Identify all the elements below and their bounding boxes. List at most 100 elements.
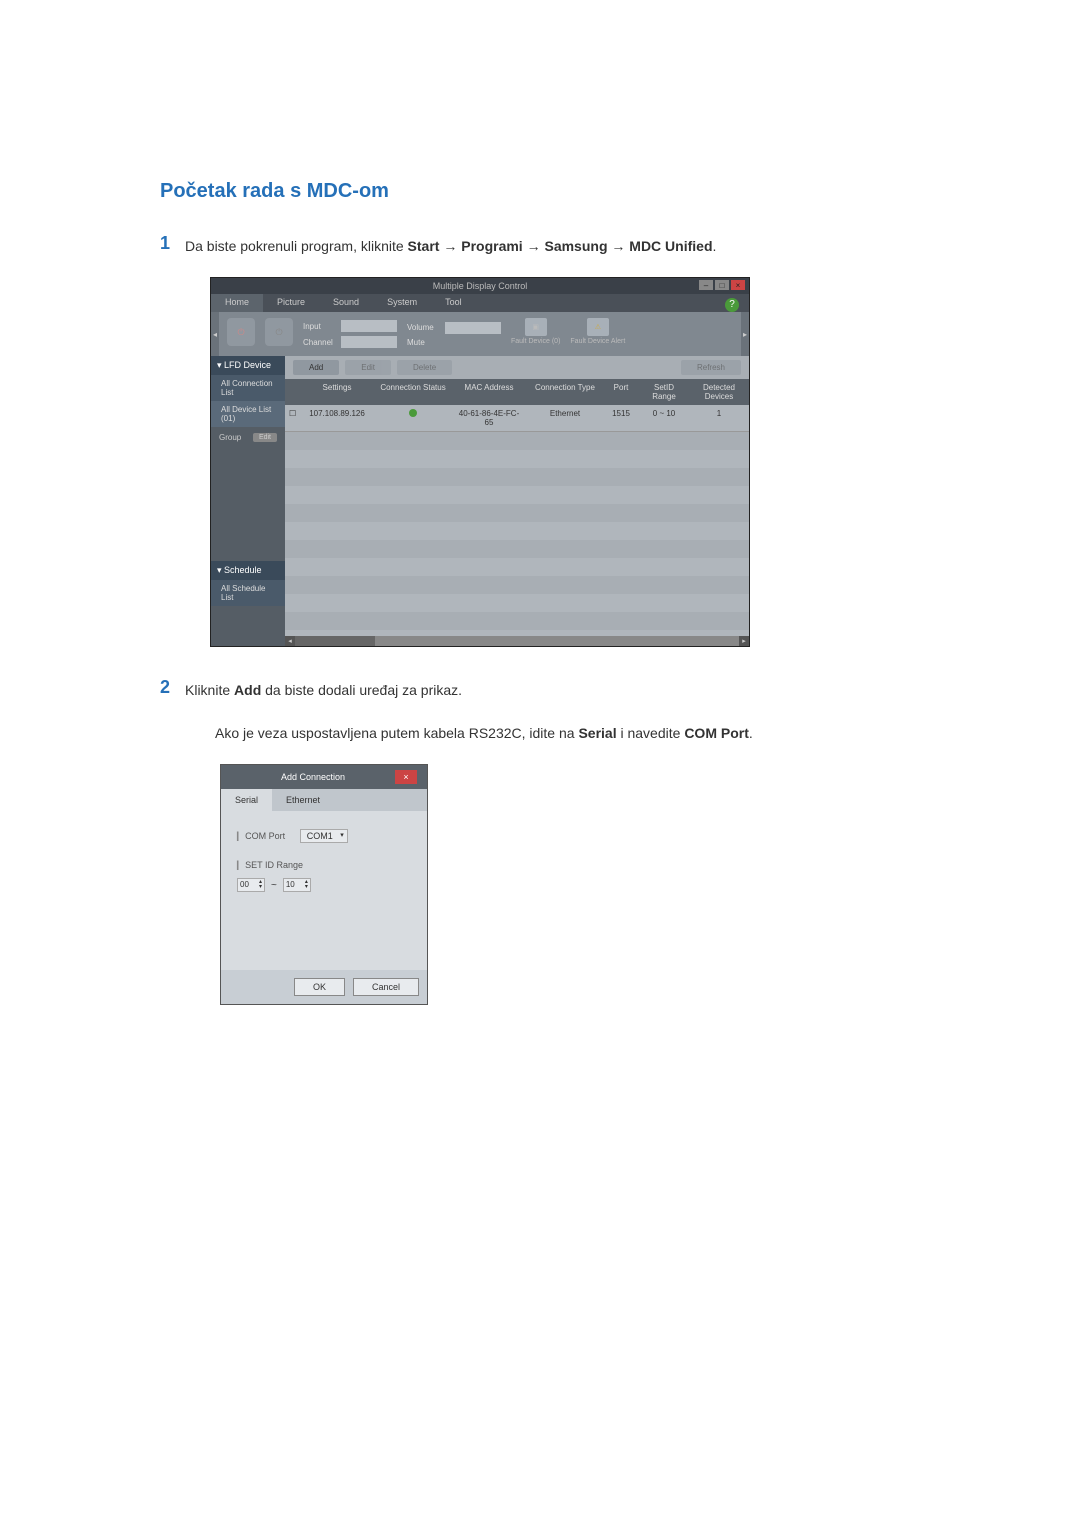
scroll-thumb[interactable]: [295, 636, 375, 646]
path-samsung: Samsung: [544, 238, 607, 254]
setid-label: SET ID Range: [237, 860, 411, 870]
edit-button[interactable]: Edit: [345, 360, 391, 375]
tab-picture[interactable]: Picture: [263, 294, 319, 312]
mdc-body: ▾ LFD Device All Connection List All Dev…: [211, 356, 749, 646]
sidebar-schedule-header[interactable]: ▾ Schedule: [211, 561, 285, 580]
step-2-prefix: Kliknite: [185, 682, 234, 698]
toolbar: ◂ ⏻ ⏻ Input Channel Volume Mute ▣ Fault …: [211, 312, 749, 356]
sidebar-bottom-spacer: [211, 606, 285, 646]
table-header: Settings Connection Status MAC Address C…: [285, 379, 749, 405]
maximize-button[interactable]: □: [715, 280, 729, 290]
fault-device-icon[interactable]: ▣ Fault Device (0): [511, 318, 560, 350]
sub-suffix: .: [749, 725, 753, 741]
step-2-text: Kliknite Add da biste dodali uređaj za p…: [185, 677, 462, 701]
tab-sound[interactable]: Sound: [319, 294, 373, 312]
main-button-bar: Add Edit Delete Refresh: [285, 356, 749, 379]
horizontal-scrollbar[interactable]: ◂ ▸: [285, 636, 749, 646]
step-2-bold: Add: [234, 682, 261, 698]
delete-button[interactable]: Delete: [397, 360, 452, 375]
cancel-button[interactable]: Cancel: [353, 978, 419, 996]
sidebar-spacer: [211, 448, 285, 561]
table-row[interactable]: ☐ 107.108.89.126 40-61-86-4E-FC-65 Ether…: [285, 405, 749, 432]
tab-system[interactable]: System: [373, 294, 431, 312]
range-from-spinner[interactable]: 00 ▴▾: [237, 878, 265, 892]
comport-select[interactable]: COM1: [300, 829, 348, 843]
dialog-titlebar: Add Connection ×: [221, 765, 427, 789]
sidebar-all-connection[interactable]: All Connection List: [211, 375, 285, 401]
page-title: Početak rada s MDC-om: [160, 180, 920, 203]
power-on-icon[interactable]: ⏻: [227, 318, 255, 346]
th-port: Port: [603, 379, 639, 405]
sub-serial: Serial: [578, 725, 616, 741]
window-controls: – □ ×: [699, 280, 745, 290]
row-detected: 1: [689, 405, 749, 431]
range-separator: ~: [271, 880, 277, 891]
sub-mid: i navedite: [617, 725, 685, 741]
path-start: Start: [408, 238, 440, 254]
main-tabs: Home Picture Sound System Tool: [211, 294, 749, 312]
path-programi: Programi: [461, 238, 522, 254]
fault-alert-icon[interactable]: ⚠ Fault Device Alert: [570, 318, 625, 350]
power-off-icon[interactable]: ⏻: [265, 318, 293, 346]
sidebar-all-device[interactable]: All Device List (01): [211, 401, 285, 427]
volume-field[interactable]: [445, 322, 501, 334]
channel-label: Channel: [303, 338, 337, 347]
channel-field[interactable]: [341, 336, 397, 348]
spinner-buttons-icon[interactable]: ▴▾: [259, 880, 262, 890]
add-connection-screenshot: Add Connection × Serial Ethernet COM Por…: [220, 764, 920, 1005]
step-number: 1: [160, 233, 185, 254]
dialog-tabs: Serial Ethernet: [221, 789, 427, 811]
mdc-window: Multiple Display Control – □ × Home Pict…: [210, 277, 750, 647]
tab-home[interactable]: Home: [211, 294, 263, 312]
row-checkbox[interactable]: ☐: [285, 405, 299, 431]
step-number: 2: [160, 677, 185, 698]
toolbar-left-arrow[interactable]: ◂: [211, 312, 219, 356]
th-settings: Settings: [299, 379, 375, 405]
scroll-right-icon[interactable]: ▸: [739, 636, 749, 646]
sidebar: ▾ LFD Device All Connection List All Dev…: [211, 356, 285, 646]
range-to-spinner[interactable]: 10 ▴▾: [283, 878, 311, 892]
group-edit-button[interactable]: Edit: [253, 433, 277, 442]
comport-row: COM Port COM1: [237, 831, 411, 842]
volume-mute-group: Volume Mute: [407, 318, 501, 350]
tab-tool[interactable]: Tool: [431, 294, 476, 312]
scroll-left-icon[interactable]: ◂: [285, 636, 295, 646]
sub-comport: COM Port: [684, 725, 749, 741]
window-title: Multiple Display Control: [433, 281, 528, 291]
mute-label: Mute: [407, 338, 441, 347]
setid-row: SET ID Range 00 ▴▾ ~ 10 ▴▾: [237, 860, 411, 892]
sidebar-group-row: Group Edit: [211, 427, 285, 448]
add-button[interactable]: Add: [293, 360, 339, 375]
range-from-value: 00: [240, 880, 249, 890]
sidebar-lfd-header[interactable]: ▾ LFD Device: [211, 356, 285, 375]
fault-device-label: Fault Device (0): [511, 338, 560, 345]
refresh-button[interactable]: Refresh: [681, 360, 741, 375]
th-connstatus: Connection Status: [375, 379, 451, 405]
step-2-suffix: da biste dodali uređaj za prikaz.: [261, 682, 462, 698]
th-checkbox: [285, 379, 299, 405]
th-setid: SetID Range: [639, 379, 689, 405]
status-dot-icon: [409, 409, 417, 417]
toolbar-right-arrow[interactable]: ▸: [741, 312, 749, 356]
step-1: 1 Da biste pokrenuli program, kliknite S…: [160, 233, 920, 257]
step-1-prefix: Da biste pokrenuli program, kliknite: [185, 238, 408, 254]
input-select[interactable]: [341, 320, 397, 332]
range-to-value: 10: [286, 880, 295, 890]
th-detected: Detected Devices: [689, 379, 749, 405]
empty-table-area: [285, 432, 749, 636]
path-mdc: MDC Unified: [629, 238, 712, 254]
fault-alert-label: Fault Device Alert: [570, 338, 625, 345]
close-button[interactable]: ×: [731, 280, 745, 290]
spinner-buttons-icon[interactable]: ▴▾: [305, 880, 308, 890]
sep: →: [523, 238, 545, 254]
th-conntype: Connection Type: [527, 379, 603, 405]
tab-ethernet[interactable]: Ethernet: [272, 789, 334, 811]
sidebar-all-schedule[interactable]: All Schedule List: [211, 580, 285, 606]
dialog-body: COM Port COM1 SET ID Range 00 ▴▾ ~ 10 ▴▾: [221, 811, 427, 970]
ok-button[interactable]: OK: [294, 978, 345, 996]
minimize-button[interactable]: –: [699, 280, 713, 290]
titlebar: Multiple Display Control – □ ×: [211, 278, 749, 294]
dialog-close-button[interactable]: ×: [395, 770, 417, 784]
tab-serial[interactable]: Serial: [221, 789, 272, 811]
dialog-title: Add Connection: [231, 772, 395, 782]
